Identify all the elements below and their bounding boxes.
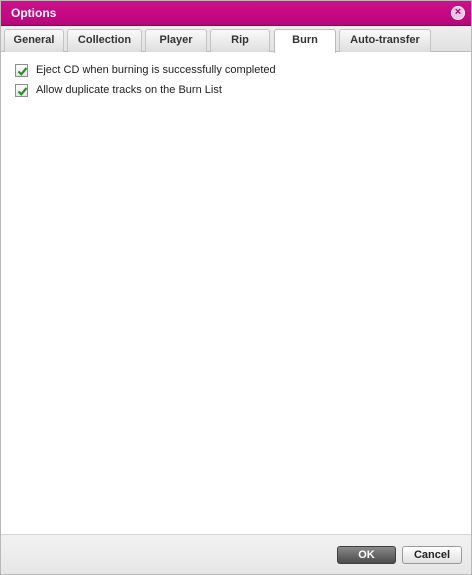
- option-allow-duplicates[interactable]: Allow duplicate tracks on the Burn List: [15, 82, 222, 98]
- tab-burn[interactable]: Burn: [274, 29, 336, 53]
- eject-cd-checkbox[interactable]: [15, 63, 28, 77]
- tab-general[interactable]: General: [4, 29, 64, 52]
- close-button[interactable]: ×: [451, 6, 465, 20]
- close-icon: ×: [454, 6, 462, 18]
- tab-auto-transfer[interactable]: Auto-transfer: [339, 29, 431, 52]
- options-dialog: Options × General Collection Player Rip …: [0, 0, 472, 575]
- burn-panel: Eject CD when burning is successfully co…: [1, 53, 471, 533]
- dialog-footer: OK Cancel: [1, 534, 471, 574]
- tab-rip[interactable]: Rip: [210, 29, 270, 52]
- checkmark-icon: [17, 66, 28, 76]
- tab-bar: General Collection Player Rip Burn Auto-…: [1, 26, 471, 53]
- tab-collection[interactable]: Collection: [67, 29, 142, 52]
- ok-button[interactable]: OK: [337, 546, 396, 564]
- allow-duplicates-checkbox[interactable]: [15, 83, 28, 97]
- title-bar[interactable]: Options ×: [1, 1, 471, 26]
- cancel-button[interactable]: Cancel: [402, 546, 462, 564]
- window-title: Options: [11, 6, 57, 20]
- tab-player[interactable]: Player: [145, 29, 207, 52]
- allow-duplicates-label: Allow duplicate tracks on the Burn List: [36, 84, 222, 96]
- eject-cd-label: Eject CD when burning is successfully co…: [36, 64, 276, 76]
- checkmark-icon: [17, 86, 28, 96]
- option-eject-cd[interactable]: Eject CD when burning is successfully co…: [15, 62, 276, 78]
